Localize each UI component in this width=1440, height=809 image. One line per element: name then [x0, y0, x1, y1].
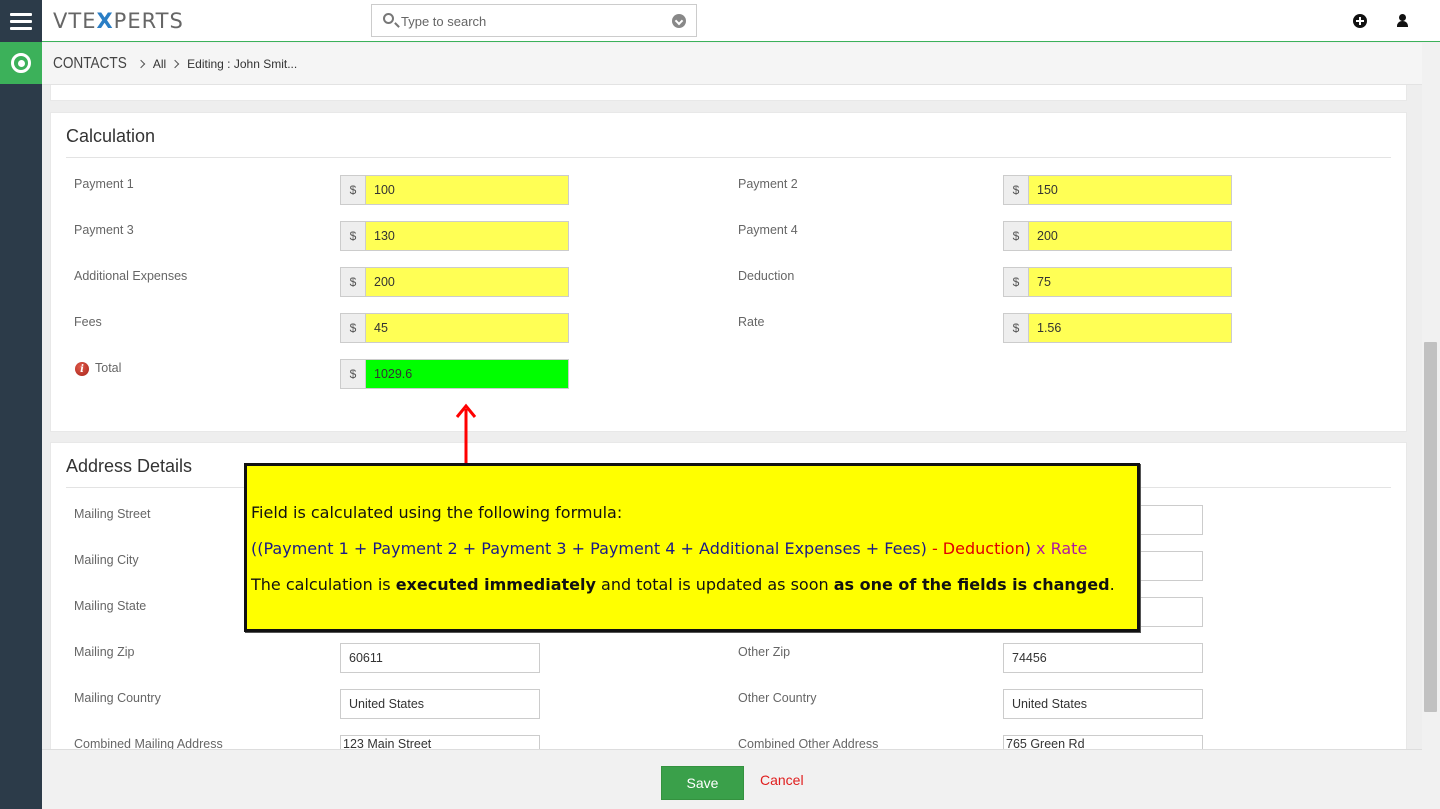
other-zip-input[interactable]: 74456 [1003, 643, 1203, 673]
total-value: 1029.6 [366, 360, 568, 388]
additional-expenses-input[interactable]: 200 [366, 268, 568, 296]
previous-block [50, 85, 1407, 101]
callout-line1: Field is calculated using the following … [251, 503, 623, 522]
payment4-field[interactable]: $200 [1003, 221, 1232, 251]
user-profile-icon[interactable] [1396, 14, 1410, 28]
additional-expenses-field[interactable]: $200 [340, 267, 569, 297]
breadcrumb-module[interactable]: CONTACTS [53, 55, 127, 73]
payment4-label: Payment 4 [738, 223, 798, 237]
global-search [371, 4, 697, 37]
mailing-state-label: Mailing State [74, 599, 147, 613]
combined-other-label: Combined Other Address [738, 737, 879, 749]
payment3-field[interactable]: $130 [340, 221, 569, 251]
deduction-input[interactable]: 75 [1029, 268, 1231, 296]
save-button[interactable]: Save [661, 766, 744, 800]
breadcrumb-record: Editing : John Smit... [187, 56, 298, 71]
rate-field[interactable]: $1.56 [1003, 313, 1232, 343]
mailing-street-label: Mailing Street [74, 507, 151, 521]
combined-mailing-label: Combined Mailing Address [74, 737, 223, 749]
payment4-input[interactable]: 200 [1029, 222, 1231, 250]
callout-line3: The calculation is executed immediately … [251, 575, 1115, 594]
deduction-field[interactable]: $75 [1003, 267, 1232, 297]
search-icon [383, 13, 394, 24]
other-country-label: Other Country [738, 691, 817, 705]
scrollbar-thumb[interactable] [1424, 342, 1437, 712]
mailing-zip-label: Mailing Zip [74, 645, 135, 659]
other-country-input[interactable]: United States [1003, 689, 1203, 719]
breadcrumb-filter[interactable]: All [153, 57, 166, 71]
mailing-country-label: Mailing Country [74, 691, 161, 705]
payment3-input[interactable]: 130 [366, 222, 568, 250]
annotation-arrow [455, 403, 477, 463]
mailing-country-input[interactable]: United States [340, 689, 540, 719]
form-footer: Save Cancel [42, 749, 1422, 809]
formula-callout: Field is calculated using the following … [244, 463, 1140, 632]
fees-input[interactable]: 45 [366, 314, 568, 342]
vtexperts-logo[interactable]: VTEXPERTS [53, 9, 184, 33]
edit-form: Calculation Payment 1 $100 Payment 2 $15… [42, 85, 1422, 749]
info-icon[interactable]: i [75, 362, 89, 376]
hamburger-menu-icon[interactable] [0, 0, 42, 42]
additional-expenses-label: Additional Expenses [74, 269, 188, 283]
fees-field[interactable]: $45 [340, 313, 569, 343]
divider [66, 157, 1391, 158]
chevron-right-icon [170, 59, 180, 68]
address-title: Address Details [66, 456, 193, 476]
payment2-field[interactable]: $150 [1003, 175, 1232, 205]
payment1-label: Payment 1 [74, 177, 134, 191]
mailing-city-label: Mailing City [74, 553, 139, 567]
combined-other-input[interactable]: 765 Green Rd [1003, 735, 1203, 749]
payment1-field[interactable]: $100 [340, 175, 569, 205]
search-options-chevron-icon[interactable] [672, 14, 686, 28]
payment2-label: Payment 2 [738, 177, 798, 191]
callout-formula: ((Payment 1 + Payment 2 + Payment 3 + Pa… [251, 539, 1088, 558]
left-rail [0, 0, 42, 809]
payment3-label: Payment 3 [74, 223, 134, 237]
payment2-input[interactable]: 150 [1029, 176, 1231, 204]
search-input[interactable] [401, 12, 661, 30]
deduction-label: Deduction [738, 269, 795, 283]
top-header: VTEXPERTS [42, 0, 1440, 42]
contacts-module-icon[interactable] [0, 42, 42, 84]
fees-label: Fees [74, 315, 102, 329]
rate-input[interactable]: 1.56 [1029, 314, 1231, 342]
rate-label: Rate [738, 315, 765, 329]
combined-mailing-input[interactable]: 123 Main Street [340, 735, 540, 749]
calculation-block: Calculation Payment 1 $100 Payment 2 $15… [50, 112, 1407, 432]
chevron-right-icon [136, 59, 146, 68]
breadcrumb: CONTACTS All Editing : John Smit... [42, 43, 1422, 85]
mailing-zip-input[interactable]: 60611 [340, 643, 540, 673]
payment1-input[interactable]: 100 [366, 176, 568, 204]
calculation-title: Calculation [66, 126, 156, 146]
total-label: Total [95, 361, 122, 375]
quick-create-plus-icon[interactable] [1353, 14, 1367, 28]
other-zip-label: Other Zip [738, 645, 791, 659]
total-field: $1029.6 [340, 359, 569, 389]
cancel-link[interactable]: Cancel [760, 772, 804, 788]
